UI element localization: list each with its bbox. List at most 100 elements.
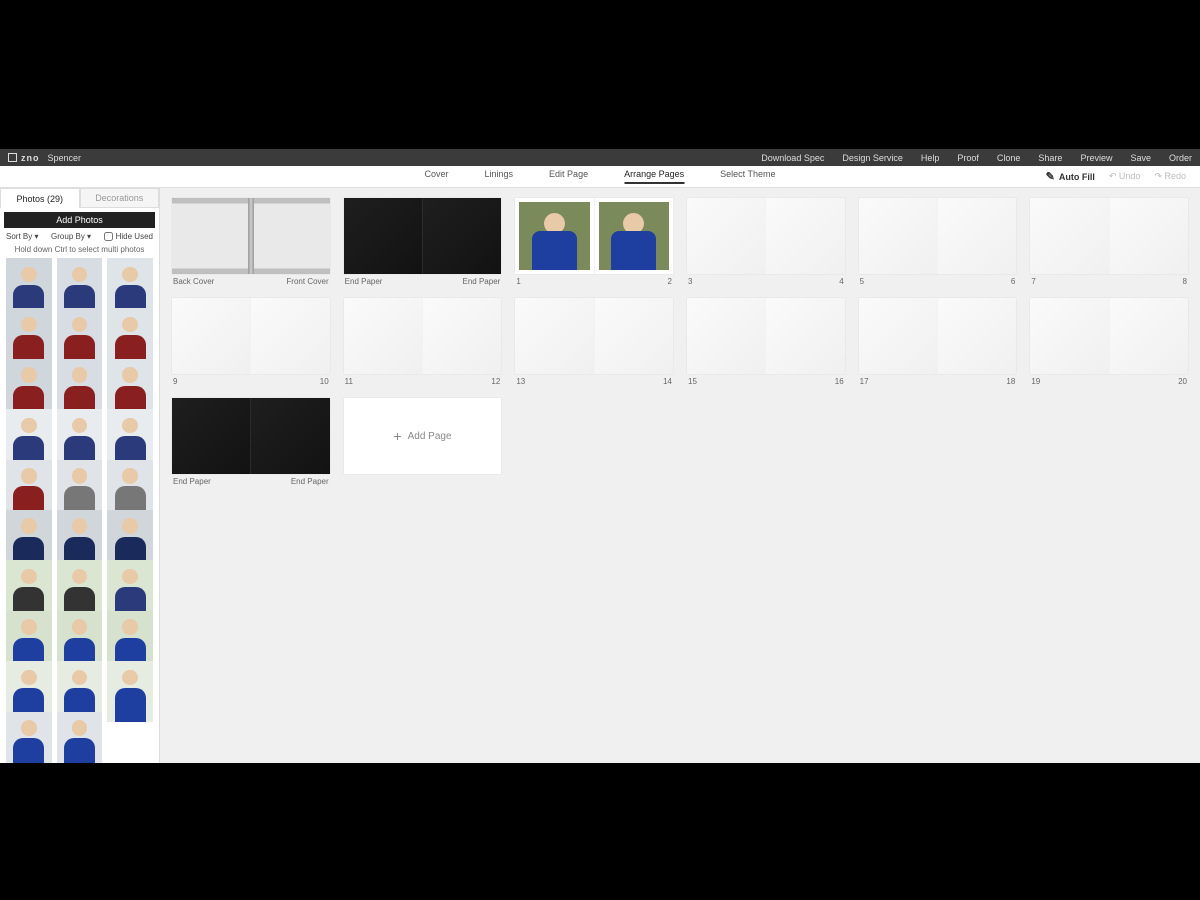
page-left[interactable] bbox=[515, 198, 593, 274]
tab-edit-page[interactable]: Edit Page bbox=[549, 169, 588, 184]
add-page-button[interactable]: +Add Page bbox=[344, 398, 502, 474]
page-label-right: 12 bbox=[491, 377, 500, 386]
page-right[interactable] bbox=[422, 298, 501, 374]
page-right[interactable] bbox=[594, 298, 673, 374]
spread[interactable] bbox=[515, 298, 673, 374]
spread[interactable] bbox=[1030, 298, 1188, 374]
menu-download-spec[interactable]: Download Spec bbox=[761, 153, 824, 163]
spread-cell: 1516 bbox=[687, 298, 845, 386]
spread-labels: End PaperEnd Paper bbox=[172, 477, 330, 486]
page-left[interactable] bbox=[1030, 298, 1108, 374]
menu-design-service[interactable]: Design Service bbox=[842, 153, 903, 163]
page-left[interactable] bbox=[859, 198, 937, 274]
page-right[interactable] bbox=[250, 398, 329, 474]
spread-labels: 1920 bbox=[1030, 377, 1188, 386]
page-label-right: 20 bbox=[1178, 377, 1187, 386]
tab-cover[interactable]: Cover bbox=[425, 169, 449, 184]
undo-button[interactable]: ↶ Undo bbox=[1109, 171, 1141, 182]
autofill-button[interactable]: ✎ Auto Fill bbox=[1046, 170, 1095, 183]
page-label-left: 11 bbox=[345, 377, 353, 386]
page-label-left: 3 bbox=[688, 277, 692, 286]
page-right[interactable] bbox=[765, 198, 844, 274]
photo-thumb[interactable] bbox=[107, 661, 153, 722]
menu-preview[interactable]: Preview bbox=[1080, 153, 1112, 163]
page-left[interactable] bbox=[172, 298, 250, 374]
tab-select-theme[interactable]: Select Theme bbox=[720, 169, 775, 184]
top-bar: zno Spencer Download SpecDesign ServiceH… bbox=[0, 149, 1200, 166]
menu-order[interactable]: Order bbox=[1169, 153, 1192, 163]
redo-button[interactable]: ↷ Redo bbox=[1154, 171, 1186, 182]
spread[interactable] bbox=[515, 198, 673, 274]
page-label-right: 18 bbox=[1006, 377, 1015, 386]
page-right[interactable] bbox=[1109, 298, 1188, 374]
sort-by-dropdown[interactable]: Sort By ▾ bbox=[6, 232, 38, 241]
photo-thumb[interactable] bbox=[6, 712, 52, 763]
project-name: Spencer bbox=[48, 153, 82, 163]
page-left[interactable] bbox=[1030, 198, 1108, 274]
logo-icon bbox=[8, 153, 17, 162]
menu-help[interactable]: Help bbox=[921, 153, 940, 163]
spread[interactable] bbox=[172, 298, 330, 374]
thumbnail-grid bbox=[0, 258, 159, 763]
page-left[interactable] bbox=[687, 198, 765, 274]
tab-linings[interactable]: Linings bbox=[485, 169, 514, 184]
spread-labels: 56 bbox=[859, 277, 1017, 286]
menu-share[interactable]: Share bbox=[1038, 153, 1062, 163]
page-left[interactable] bbox=[859, 298, 937, 374]
spread[interactable] bbox=[687, 198, 845, 274]
spread-labels: 1516 bbox=[687, 377, 845, 386]
menu-save[interactable]: Save bbox=[1130, 153, 1151, 163]
spread-cell: End Paper End Paper bbox=[344, 198, 502, 286]
page-right[interactable] bbox=[594, 198, 673, 274]
page-right[interactable] bbox=[937, 198, 1016, 274]
spread-labels: 11 12 bbox=[344, 377, 502, 386]
page-left[interactable] bbox=[172, 398, 250, 474]
spread[interactable] bbox=[859, 298, 1017, 374]
page-right[interactable] bbox=[937, 298, 1016, 374]
page-label-left: 9 bbox=[173, 377, 177, 386]
page-right[interactable] bbox=[250, 298, 329, 374]
spread-cell: 34 bbox=[687, 198, 845, 286]
spread[interactable] bbox=[1030, 198, 1188, 274]
page-left[interactable] bbox=[344, 198, 422, 274]
page-left[interactable] bbox=[515, 298, 593, 374]
page-label-left: End Paper bbox=[345, 277, 383, 286]
page-label-left: Back Cover bbox=[173, 277, 214, 286]
spread[interactable] bbox=[172, 198, 330, 274]
spread[interactable] bbox=[687, 298, 845, 374]
add-photos-button[interactable]: Add Photos bbox=[4, 212, 155, 228]
page-left[interactable] bbox=[172, 198, 248, 274]
spread[interactable] bbox=[344, 298, 502, 374]
spread-labels: 910 bbox=[172, 377, 330, 386]
page-label-right: 6 bbox=[1011, 277, 1015, 286]
page-right[interactable] bbox=[1109, 198, 1188, 274]
hide-used-input[interactable] bbox=[104, 232, 113, 241]
spread[interactable] bbox=[859, 198, 1017, 274]
wand-icon: ✎ bbox=[1046, 170, 1055, 183]
spread-labels: Back CoverFront Cover bbox=[172, 277, 330, 286]
spread[interactable] bbox=[344, 198, 502, 274]
tab-arrange-pages[interactable]: Arrange Pages bbox=[624, 169, 684, 184]
hide-used-checkbox[interactable]: Hide Used bbox=[104, 232, 153, 241]
page-left[interactable] bbox=[344, 298, 422, 374]
group-by-dropdown[interactable]: Group By ▾ bbox=[51, 232, 91, 241]
page-right[interactable] bbox=[254, 198, 330, 274]
spread-labels: 78 bbox=[1030, 277, 1188, 286]
spread-labels: 12 bbox=[515, 277, 673, 286]
page-label-right: End Paper bbox=[463, 277, 501, 286]
menu-clone[interactable]: Clone bbox=[997, 153, 1021, 163]
spread-cell: 11 12 bbox=[344, 298, 502, 386]
page-label-left: 15 bbox=[688, 377, 697, 386]
photo-thumb[interactable] bbox=[57, 712, 103, 763]
page-right[interactable] bbox=[422, 198, 501, 274]
page-label-left: 13 bbox=[516, 377, 525, 386]
page-left[interactable] bbox=[687, 298, 765, 374]
menu-proof[interactable]: Proof bbox=[957, 153, 979, 163]
decorations-tab[interactable]: Decorations bbox=[80, 188, 160, 208]
nav-row: Cover Linings Edit Page Arrange Pages Select… bbox=[0, 166, 1200, 188]
spread-labels: End Paper End Paper bbox=[344, 277, 502, 286]
page-right[interactable] bbox=[765, 298, 844, 374]
spread[interactable] bbox=[172, 398, 330, 474]
photos-tab[interactable]: Photos (29) bbox=[0, 188, 80, 208]
app-window: zno Spencer Download SpecDesign ServiceH… bbox=[0, 149, 1200, 763]
